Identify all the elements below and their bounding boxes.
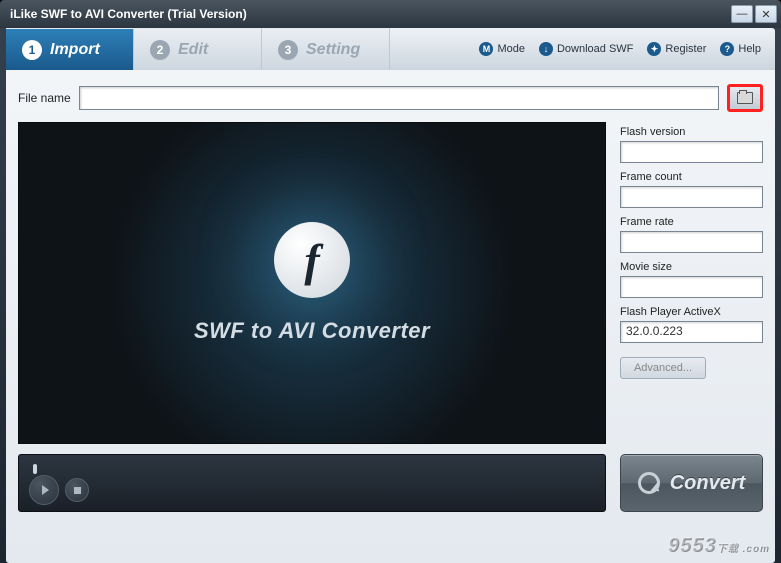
field-label: Movie size — [620, 261, 763, 273]
player-buttons — [29, 475, 595, 505]
window-controls: — ✕ — [731, 5, 777, 23]
movie-size-value — [620, 276, 763, 298]
frame-rate-field: Frame rate — [620, 216, 763, 253]
tab-number: 1 — [22, 40, 42, 60]
browse-button[interactable] — [727, 84, 763, 112]
flash-player-activex-field: Flash Player ActiveX 32.0.0.223 — [620, 306, 763, 343]
flash-version-value — [620, 141, 763, 163]
tab-label: Import — [50, 41, 100, 59]
field-label: Frame rate — [620, 216, 763, 228]
link-text: Help — [738, 43, 761, 55]
file-name-label: File name — [18, 91, 71, 105]
tab-label: Setting — [306, 41, 360, 59]
link-text: Register — [665, 43, 706, 55]
info-column: Flash version Frame count Frame rate Mov… — [620, 122, 763, 444]
preview-panel: f SWF to AVI Converter — [18, 122, 606, 444]
flash-version-field: Flash version — [620, 126, 763, 163]
frame-count-value — [620, 186, 763, 208]
help-link[interactable]: ? Help — [720, 42, 761, 56]
main-row: f SWF to AVI Converter Flash version Fra… — [18, 122, 763, 444]
titlebar: iLike SWF to AVI Converter (Trial Versio… — [0, 0, 781, 28]
convert-button[interactable]: Convert — [620, 454, 763, 512]
tab-edit[interactable]: 2 Edit — [134, 28, 262, 70]
convert-label: Convert — [670, 472, 746, 495]
key-icon: ✦ — [647, 42, 661, 56]
field-label: Flash version — [620, 126, 763, 138]
controls-row: Convert — [18, 454, 763, 512]
mode-link[interactable]: M Mode — [479, 42, 525, 56]
button-label: Advanced... — [634, 362, 692, 374]
stop-button[interactable] — [65, 478, 89, 502]
tab-label: Edit — [178, 41, 208, 59]
tab-number: 3 — [278, 40, 298, 60]
close-button[interactable]: ✕ — [755, 5, 777, 23]
mode-icon: M — [479, 42, 493, 56]
flash-f-glyph: f — [304, 234, 319, 287]
movie-size-field: Movie size — [620, 261, 763, 298]
field-label: Frame count — [620, 171, 763, 183]
folder-icon — [737, 92, 753, 104]
link-text: Mode — [497, 43, 525, 55]
minimize-button[interactable]: — — [731, 5, 753, 23]
tab-import[interactable]: 1 Import — [6, 28, 134, 70]
file-row: File name — [18, 84, 763, 112]
flash-player-activex-value: 32.0.0.223 — [620, 321, 763, 343]
convert-icon — [638, 472, 660, 494]
download-swf-link[interactable]: ↓ Download SWF — [539, 42, 633, 56]
window-body: 1 Import 2 Edit 3 Setting M Mode ↓ — [0, 28, 781, 563]
download-icon: ↓ — [539, 42, 553, 56]
tab-number: 2 — [150, 40, 170, 60]
advanced-button[interactable]: Advanced... — [620, 357, 706, 379]
field-label: Flash Player ActiveX — [620, 306, 763, 318]
player-panel — [18, 454, 606, 512]
top-links: M Mode ↓ Download SWF ✦ Register ? Help — [479, 42, 775, 56]
register-link[interactable]: ✦ Register — [647, 42, 706, 56]
content-area: File name f SWF to AVI Converter Flash v… — [6, 70, 775, 563]
preview-title: SWF to AVI Converter — [194, 318, 430, 344]
link-text: Download SWF — [557, 43, 633, 55]
frame-rate-value — [620, 231, 763, 253]
tabs: 1 Import 2 Edit 3 Setting — [6, 28, 390, 70]
flash-logo-icon: f — [274, 222, 350, 298]
play-button[interactable] — [29, 475, 59, 505]
app-window: iLike SWF to AVI Converter (Trial Versio… — [0, 0, 781, 563]
frame-count-field: Frame count — [620, 171, 763, 208]
play-icon — [42, 485, 49, 495]
stop-icon — [74, 487, 81, 494]
file-name-input[interactable] — [79, 86, 719, 110]
nav-row: 1 Import 2 Edit 3 Setting M Mode ↓ — [6, 28, 775, 70]
progress-thumb[interactable] — [33, 464, 37, 474]
help-icon: ? — [720, 42, 734, 56]
tab-setting[interactable]: 3 Setting — [262, 28, 390, 70]
window-title: iLike SWF to AVI Converter (Trial Versio… — [10, 7, 247, 21]
